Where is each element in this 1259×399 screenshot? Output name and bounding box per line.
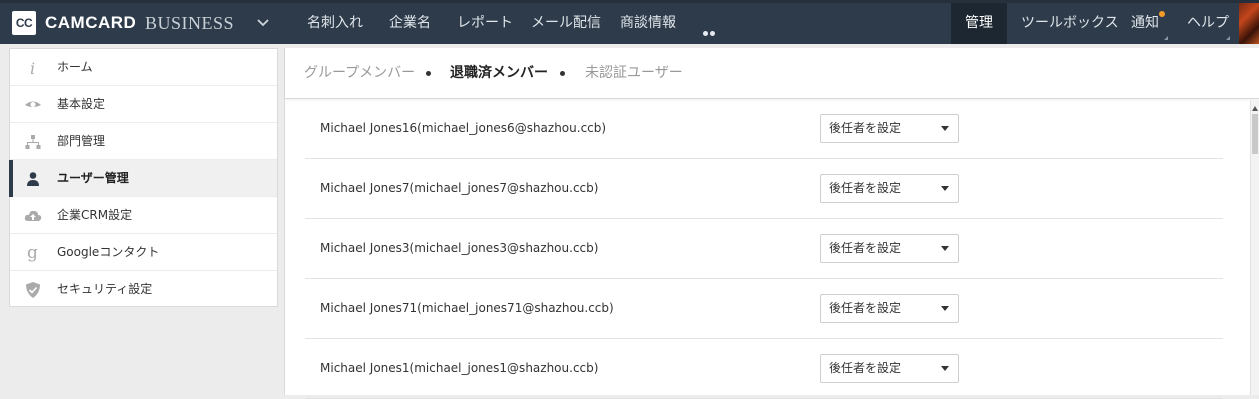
nav-item-report[interactable]: レポート [457,3,513,44]
chevron-down-icon[interactable] [256,16,270,30]
vertical-scrollbar[interactable] [1250,100,1259,395]
camcard-logo[interactable]: CC [12,11,36,35]
member-name: Michael Jones1(michael_jones1@shazhou.cc… [320,361,599,375]
caret-down-icon [941,126,949,131]
scroll-thumb[interactable] [1252,114,1258,154]
nav-item-mail[interactable]: メール配信 [531,3,601,44]
sidebar-item-user-management[interactable]: ユーザー管理 [9,160,277,197]
sidebar-item-label: ホーム [57,60,93,74]
sidebar-item-crm-settings[interactable]: 企業CRM設定 [10,197,277,234]
avatar[interactable] [1239,3,1259,44]
successor-select[interactable]: 後任者を設定 [820,354,959,383]
sidebar-item-label: 基本設定 [57,97,106,111]
nav-item-deals[interactable]: 商談情報 [620,3,676,44]
svg-text:i: i [30,59,35,77]
shield-icon [26,282,40,298]
nav-item-notifications[interactable]: 通知 [1131,3,1159,44]
caret-down-icon [941,246,949,251]
member-name: Michael Jones3(michael_jones3@shazhou.cc… [320,241,599,255]
notification-dot [1159,11,1165,17]
tab-separator [426,71,431,76]
scroll-up-arrow-icon[interactable] [1252,106,1258,111]
sidebar-item-departments[interactable]: 部門管理 [10,123,277,160]
info-icon: i [30,59,35,77]
sidebar-item-label: 企業CRM設定 [57,208,133,222]
successor-select-value: 後任者を設定 [829,121,902,135]
caret-down-icon [941,306,949,311]
eye-icon [25,101,41,107]
sidebar-item-home[interactable]: i ホーム [10,49,277,86]
tab-unverified-users[interactable]: 未認証ユーザー [585,48,683,99]
main-content: グループメンバー 退職済メンバー 未認証ユーザー Michael Jones16… [284,48,1259,399]
successor-select[interactable]: 後任者を設定 [820,174,959,203]
sidebar-item-label: Googleコンタクト [57,245,160,259]
sidebar-item-basic-settings[interactable]: 基本設定 [10,86,277,123]
user-icon [27,172,39,186]
settings-sidebar: i ホーム 基本設定 部門管理 ユーザー管理 企業CRM設定 g Googleコ… [9,48,278,307]
sidebar-item-security[interactable]: セキュリティ設定 [10,271,277,308]
tab-retired-members[interactable]: 退職済メンバー [450,48,548,99]
nav-item-companies[interactable]: 企業名 [389,3,431,44]
caret-down-icon [941,366,949,371]
tab-separator [560,71,565,76]
successor-select-value: 後任者を設定 [829,241,902,255]
nav-item-help[interactable]: ヘルプ [1187,3,1229,44]
list-item: Michael Jones16(michael_jones6@shazhou.c… [305,99,1223,159]
member-tabs: グループメンバー 退職済メンバー 未認証ユーザー [285,48,1259,99]
successor-select[interactable]: 後任者を設定 [820,114,959,143]
caret-down-icon [941,186,949,191]
successor-select[interactable]: 後任者を設定 [820,234,959,263]
top-navbar: CC CAMCARD BUSINESS 名刺入れ 企業名 レポート メール配信 … [0,0,1259,55]
brand-suffix[interactable]: BUSINESS [145,13,234,34]
successor-select-value: 後任者を設定 [829,181,902,195]
successor-select-value: 後任者を設定 [829,361,902,375]
nav-item-toolbox[interactable]: ツールボックス [1021,3,1119,44]
list-item: Michael Jones1(michael_jones1@shazhou.cc… [305,339,1223,399]
sidebar-item-label: 部門管理 [57,134,106,148]
ellipsis-icon[interactable] [703,21,723,55]
sidebar-item-label: セキュリティ設定 [57,282,153,296]
list-item: Michael Jones71(michael_jones71@shazhou.… [305,279,1223,339]
google-icon: g [27,244,38,262]
corner-indicator [1164,36,1168,40]
sidebar-item-label: ユーザー管理 [57,171,129,185]
sidebar-item-google-contacts[interactable]: g Googleコンタクト [10,234,277,271]
corner-indicator [1226,36,1230,40]
cloud-upload-icon [24,210,42,221]
member-name: Michael Jones7(michael_jones7@shazhou.cc… [320,181,599,195]
list-item: Michael Jones7(michael_jones7@shazhou.cc… [305,159,1223,219]
brand-name[interactable]: CAMCARD [45,13,136,33]
successor-select[interactable]: 後任者を設定 [820,294,959,323]
member-name: Michael Jones16(michael_jones6@shazhou.c… [320,121,607,135]
member-name: Michael Jones71(michael_jones71@shazhou.… [320,301,614,315]
tab-group-members[interactable]: グループメンバー [304,48,415,99]
nav-item-admin[interactable]: 管理 [965,3,993,44]
successor-select-value: 後任者を設定 [829,301,902,315]
nav-item-cards[interactable]: 名刺入れ [307,3,363,44]
svg-text:g: g [27,244,38,262]
org-chart-icon [25,135,41,149]
list-item: Michael Jones3(michael_jones3@shazhou.cc… [305,219,1223,279]
